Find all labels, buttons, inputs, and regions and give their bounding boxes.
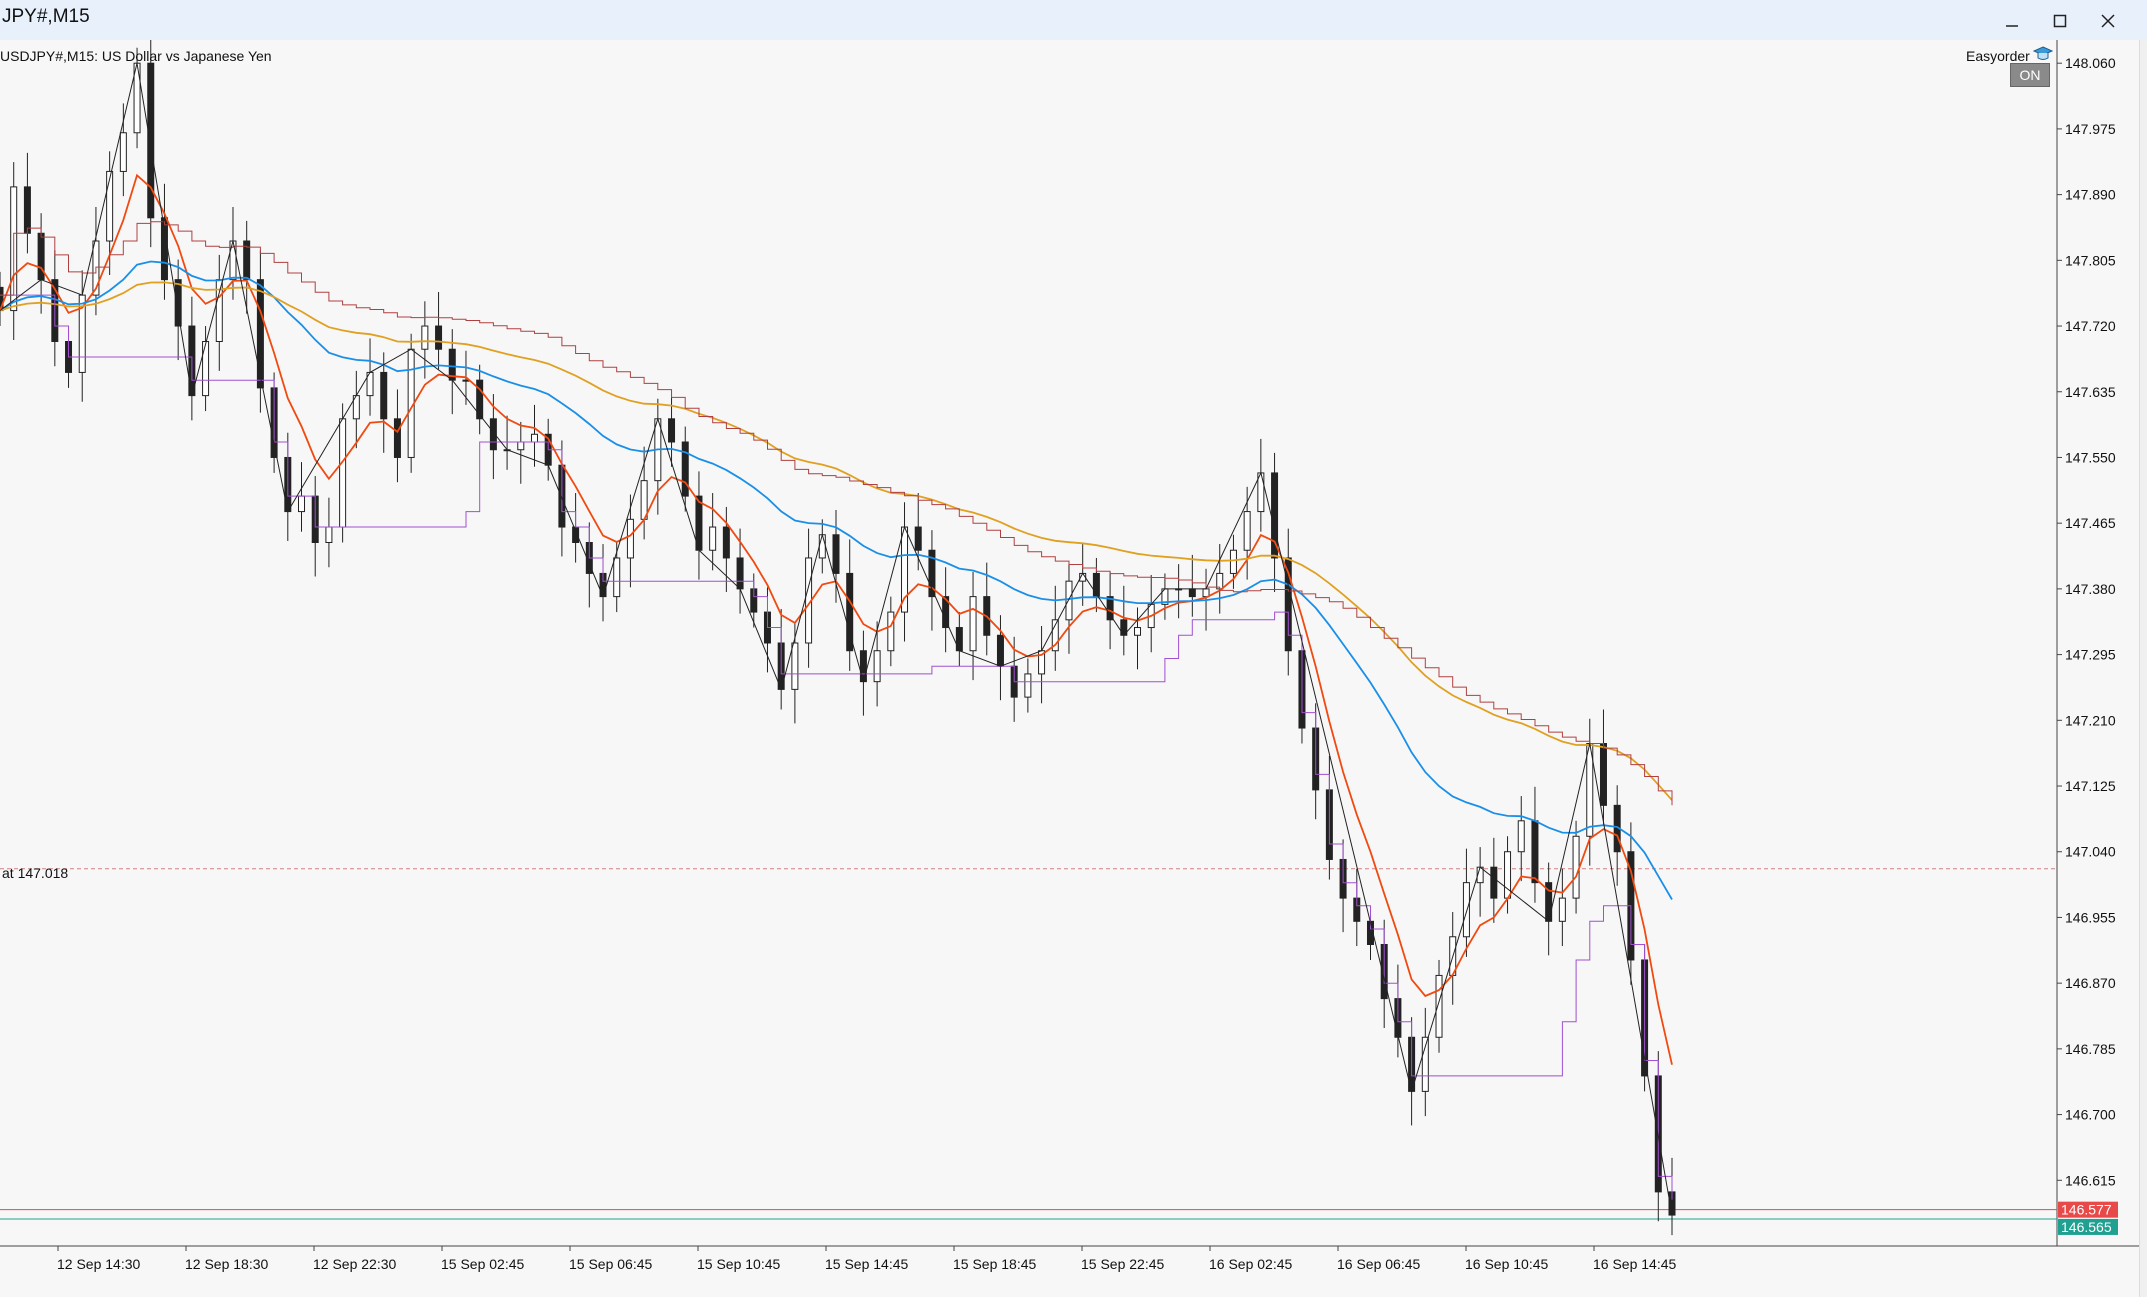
right-edge-strip (2139, 40, 2147, 1297)
price-tick-label: 147.805 (2065, 252, 2116, 268)
time-tick-label: 16 Sep 06:45 (1337, 1256, 1421, 1272)
candle-body-down (1531, 820, 1539, 884)
candle-body-down (1490, 866, 1498, 899)
symbol-label: USDJPY#,M15: US Dollar vs Japanese Yen (0, 48, 272, 64)
time-tick-label: 12 Sep 14:30 (57, 1256, 141, 1272)
candle-body-down (393, 418, 401, 458)
candle-body-up (1558, 897, 1566, 922)
candle-body-up (626, 518, 634, 559)
candle-body-up (969, 596, 977, 652)
candle-body-down (681, 441, 689, 497)
candle-body-up (339, 418, 347, 528)
candle-body-up (1517, 820, 1525, 853)
candle-body-up (106, 170, 114, 242)
time-tick-label: 12 Sep 18:30 (185, 1256, 269, 1272)
candle-body-up (1216, 572, 1224, 590)
price-tick-label: 147.890 (2065, 187, 2116, 203)
candle-body-up (873, 650, 881, 683)
candle-body-up (1257, 472, 1265, 513)
candle-body-down (914, 526, 922, 551)
candle-body-down (380, 371, 388, 420)
price-tick-label: 147.465 (2065, 515, 2116, 531)
candle-body-down (174, 279, 182, 327)
candle-body-up (613, 557, 621, 598)
price-chart[interactable]: 148.060 147.975 147.890 147.805 147.720 147.6… (0, 40, 2139, 1297)
plot-background (0, 40, 2057, 1246)
candle-body-down (1599, 743, 1607, 806)
time-tick-label: 15 Sep 14:45 (825, 1256, 909, 1272)
price-tick-label: 147.635 (2065, 384, 2116, 400)
price-tick-label: 147.040 (2065, 844, 2116, 860)
maximize-icon[interactable] (2036, 4, 2084, 38)
candle (339, 403, 347, 543)
time-tick-label: 15 Sep 22:45 (1081, 1256, 1165, 1272)
easyorder-on-badge[interactable]: ON (2010, 63, 2050, 87)
candle-body-up (1065, 580, 1073, 621)
price-tick-label: 146.785 (2065, 1041, 2116, 1057)
time-tick-label: 16 Sep 02:45 (1209, 1256, 1293, 1272)
price-tick-label: 147.550 (2065, 449, 2116, 465)
bid-price-tag-label: 146.577 (2061, 1202, 2112, 1218)
chart-area[interactable]: 148.060 147.975 147.890 147.805 147.720 147.6… (0, 40, 2147, 1297)
candle-body-up (1572, 835, 1580, 899)
candle-body-down (147, 62, 155, 219)
window-titlebar: JPY#,M15 (0, 0, 2147, 41)
candle-body-down (435, 325, 443, 350)
time-tick-label: 15 Sep 02:45 (441, 1256, 525, 1272)
candle-body-up (119, 132, 127, 172)
candle-body-up (530, 433, 538, 443)
price-tick-label: 146.955 (2065, 909, 2116, 925)
time-tick-label: 12 Sep 22:30 (313, 1256, 397, 1272)
candle-body-down (832, 534, 840, 574)
candle-body-up (818, 534, 826, 559)
candle-body-up (1435, 974, 1443, 1038)
last-price-tag-label: 146.565 (2061, 1219, 2112, 1235)
price-tick-label: 148.060 (2065, 55, 2116, 71)
candle-body-up (887, 611, 895, 652)
candle-body-up (1462, 882, 1470, 938)
time-tick-label: 15 Sep 10:45 (697, 1256, 781, 1272)
price-tick-label: 147.125 (2065, 778, 2116, 794)
candle-body-up (791, 642, 799, 690)
price-tick-label: 147.380 (2065, 581, 2116, 597)
close-icon[interactable] (2084, 4, 2132, 38)
price-tick-label: 147.295 (2065, 647, 2116, 663)
candle-body-up (1134, 627, 1142, 636)
alert-line-label: at 147.018 (2, 865, 69, 881)
price-tick-label: 146.700 (2065, 1107, 2116, 1123)
candle-body-up (462, 379, 470, 382)
candle-body-up (517, 441, 525, 451)
candle-body-up (1243, 511, 1251, 551)
candle-body-up (1229, 549, 1237, 574)
price-tick-label: 147.210 (2065, 712, 2116, 728)
candle-body-down (668, 418, 676, 443)
price-tick-label: 147.975 (2065, 121, 2116, 137)
candle-body-up (709, 526, 717, 551)
candle-body-up (1504, 851, 1512, 899)
candle-body-down (996, 634, 1004, 667)
time-tick-label: 16 Sep 10:45 (1465, 1256, 1549, 1272)
candle-body-down (23, 186, 31, 234)
price-tick-label: 146.870 (2065, 975, 2116, 991)
candle-body-up (202, 341, 210, 397)
candle-body-up (1024, 673, 1032, 698)
candle-body-up (421, 325, 429, 350)
candle-body-down (722, 526, 730, 559)
candle-body-down (859, 650, 867, 683)
time-tick-label: 16 Sep 14:45 (1593, 1256, 1677, 1272)
candle-body-down (736, 557, 744, 590)
candle-body-down (1188, 588, 1196, 598)
candle-body-down (256, 279, 264, 389)
price-tick-label: 146.615 (2065, 1172, 2116, 1188)
window-title: JPY#,M15 (2, 6, 90, 27)
easyorder-label[interactable]: Easyorder (1966, 48, 2030, 64)
time-tick-label: 15 Sep 18:45 (953, 1256, 1037, 1272)
price-tick-label: 147.720 (2065, 318, 2116, 334)
graduation-cap-icon[interactable] (2033, 46, 2053, 62)
candle-body-up (298, 495, 306, 513)
candle-body-up (325, 526, 333, 543)
minimize-icon[interactable] (1988, 4, 2036, 38)
time-tick-label: 15 Sep 06:45 (569, 1256, 653, 1272)
